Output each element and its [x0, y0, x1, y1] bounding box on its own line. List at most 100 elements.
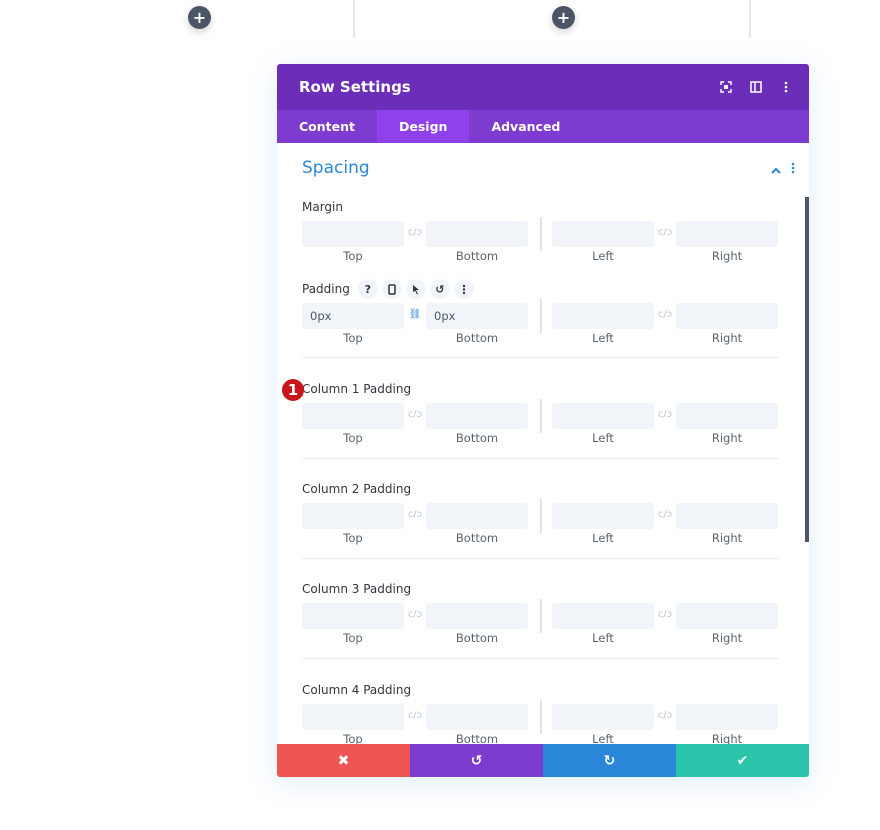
inputs-row: c/ɔ c/ɔ [302, 599, 779, 633]
inputs-row: c/ɔ c/ɔ [302, 700, 779, 734]
group-divider [302, 558, 779, 559]
add-module-button[interactable]: + [552, 6, 575, 29]
link-icon[interactable]: ⛓ [406, 309, 424, 323]
right-input[interactable] [676, 704, 778, 730]
left-input[interactable] [552, 403, 654, 429]
link-icon[interactable]: c/ɔ [406, 409, 424, 423]
sublabels: Top Bottom Left Right [302, 730, 779, 744]
left-input[interactable] [552, 303, 654, 329]
left-input[interactable] [552, 503, 654, 529]
group-label: Column 2 Padding [302, 480, 779, 498]
link-icon[interactable]: c/ɔ [406, 227, 424, 241]
inputs-row: c/ɔ c/ɔ [302, 217, 779, 251]
sublabel-bottom: Bottom [455, 732, 499, 744]
top-input[interactable]: 0px [302, 303, 404, 329]
link-icon[interactable]: c/ɔ [656, 409, 674, 423]
inputs-row: c/ɔ c/ɔ [302, 499, 779, 533]
more-icon[interactable] [453, 279, 474, 299]
scrollbar[interactable] [805, 197, 809, 542]
sublabel-bottom: Bottom [455, 531, 499, 545]
bottom-input[interactable] [426, 603, 528, 629]
bottom-input[interactable] [426, 704, 528, 730]
more-options-icon[interactable] [771, 72, 801, 102]
tab-design[interactable]: Design [377, 110, 470, 143]
top-input[interactable] [302, 704, 404, 730]
right-input[interactable] [676, 221, 778, 247]
link-icon[interactable]: c/ɔ [406, 509, 424, 523]
spacing-group: Column 3 Padding c/ɔ c/ɔ Top Bottom Left Right [302, 580, 779, 649]
tab-advanced[interactable]: Advanced [469, 110, 582, 143]
reset-icon[interactable]: ↺ [429, 279, 450, 299]
spacing-group: Column 2 Padding c/ɔ c/ɔ Top Bottom Left Right [302, 480, 779, 549]
bottom-input[interactable] [426, 221, 528, 247]
spacing-group: Column 4 Padding c/ɔ c/ɔ Top Bottom Left Right [302, 681, 779, 744]
sublabel-top: Top [343, 631, 363, 645]
bottom-input[interactable] [426, 503, 528, 529]
tab-bar: Content Design Advanced [277, 110, 809, 143]
section-more-icon[interactable] [791, 159, 795, 178]
undo-button[interactable]: ↺ [410, 744, 543, 777]
sublabel-right: Right [711, 331, 743, 345]
link-icon[interactable]: c/ɔ [406, 710, 424, 724]
bottom-input[interactable] [426, 403, 528, 429]
right-input[interactable] [676, 403, 778, 429]
cancel-button[interactable]: ✖ [277, 744, 410, 777]
sublabel-bottom: Bottom [455, 249, 499, 263]
inputs-row: 0px 0px ⛓ c/ɔ [302, 299, 779, 333]
save-button[interactable]: ✔ [676, 744, 809, 777]
separator [540, 499, 542, 533]
separator [540, 599, 542, 633]
link-icon[interactable]: c/ɔ [656, 309, 674, 323]
right-input[interactable] [676, 503, 778, 529]
link-icon[interactable]: c/ɔ [656, 509, 674, 523]
sublabel-top: Top [343, 249, 363, 263]
separator [540, 399, 542, 433]
modal-footer: ✖ ↺ ↻ ✔ [277, 744, 809, 777]
sublabel-right: Right [711, 431, 743, 445]
group-label-text: Margin [302, 200, 343, 214]
right-input[interactable] [676, 303, 778, 329]
separator [540, 217, 542, 251]
top-input[interactable] [302, 503, 404, 529]
left-input[interactable] [552, 704, 654, 730]
sublabel-top: Top [343, 531, 363, 545]
sublabel-right: Right [711, 249, 743, 263]
sublabels: Top Bottom Left Right [302, 247, 779, 267]
spacing-group: Padding? ↺ 0px 0px ⛓ c/ɔ Top Bottom Left Right [302, 279, 779, 349]
expand-icon[interactable] [711, 72, 741, 102]
column-divider [749, 0, 751, 38]
section-header[interactable]: Spacing [277, 143, 809, 193]
group-label-text: Column 4 Padding [302, 683, 412, 697]
sidebar-layout-icon[interactable] [741, 72, 771, 102]
separator [540, 299, 542, 333]
sublabel-left: Left [592, 431, 614, 445]
group-divider [302, 658, 779, 659]
bottom-input[interactable]: 0px [426, 303, 528, 329]
right-input[interactable] [676, 603, 778, 629]
modal-header: Row Settings [277, 64, 809, 110]
tab-content[interactable]: Content [277, 110, 377, 143]
mobile-icon[interactable] [381, 279, 402, 299]
group-label-text: Padding [302, 282, 350, 296]
add-module-button[interactable]: + [188, 6, 211, 29]
link-icon[interactable]: c/ɔ [656, 227, 674, 241]
modal-title: Row Settings [299, 78, 411, 96]
settings-body: Spacing Margin c/ɔ c/ɔ Top Bottom Left Right Pa… [277, 143, 809, 744]
sublabel-bottom: Bottom [455, 431, 499, 445]
top-input[interactable] [302, 221, 404, 247]
help-icon[interactable]: ? [357, 279, 378, 299]
top-input[interactable] [302, 403, 404, 429]
left-input[interactable] [552, 221, 654, 247]
chevron-up-icon[interactable] [771, 159, 781, 178]
top-input[interactable] [302, 603, 404, 629]
link-icon[interactable]: c/ɔ [656, 609, 674, 623]
spacing-group: Column 1 Padding c/ɔ c/ɔ Top Bottom Left Right [302, 380, 779, 449]
hover-cursor-icon[interactable] [405, 279, 426, 299]
redo-button[interactable]: ↻ [543, 744, 676, 777]
sublabels: Top Bottom Left Right [302, 529, 779, 549]
sublabel-right: Right [711, 732, 743, 744]
sublabels: Top Bottom Left Right [302, 429, 779, 449]
link-icon[interactable]: c/ɔ [656, 710, 674, 724]
left-input[interactable] [552, 603, 654, 629]
link-icon[interactable]: c/ɔ [406, 609, 424, 623]
